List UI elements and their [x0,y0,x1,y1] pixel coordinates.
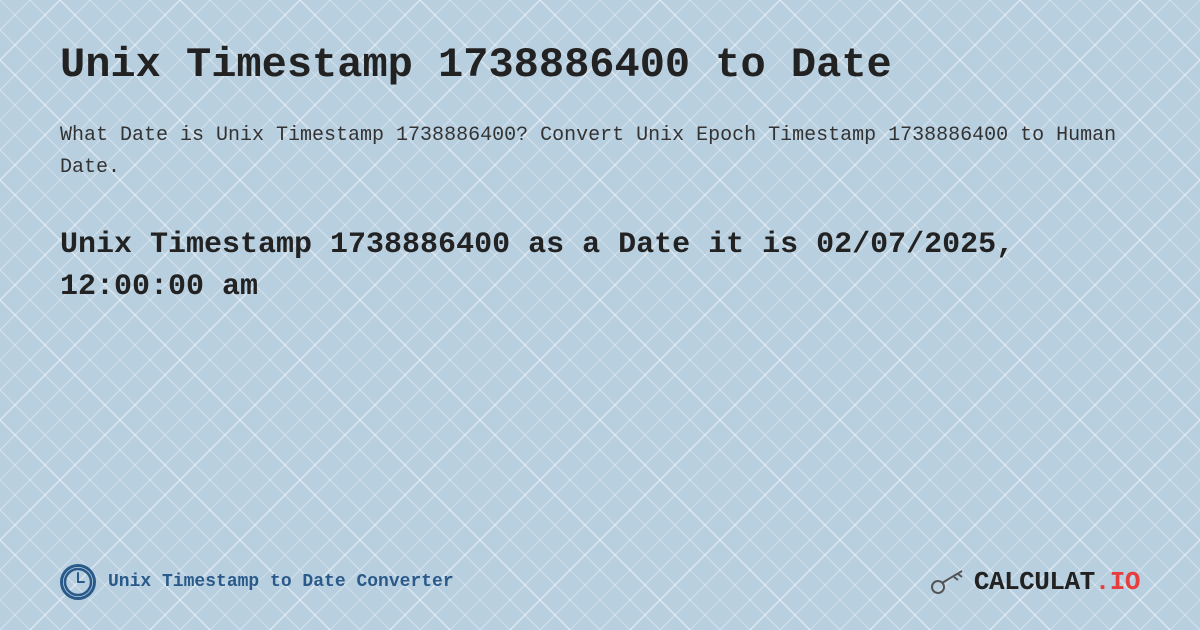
clock-icon [60,564,96,600]
result-section: Unix Timestamp 1738886400 as a Date it i… [60,224,1140,308]
footer: Unix Timestamp to Date Converter CALCULA… [60,564,1140,600]
logo-text: CALCULAT.IO [974,567,1140,597]
calculat-logo: CALCULAT.IO [930,567,1140,597]
footer-label: Unix Timestamp to Date Converter [108,572,454,592]
result-text: Unix Timestamp 1738886400 as a Date it i… [60,224,1140,308]
page-title: Unix Timestamp 1738886400 to Date [60,40,1140,90]
logo-icon [930,567,970,597]
footer-left: Unix Timestamp to Date Converter [60,564,454,600]
page-description: What Date is Unix Timestamp 1738886400? … [60,120,1140,184]
